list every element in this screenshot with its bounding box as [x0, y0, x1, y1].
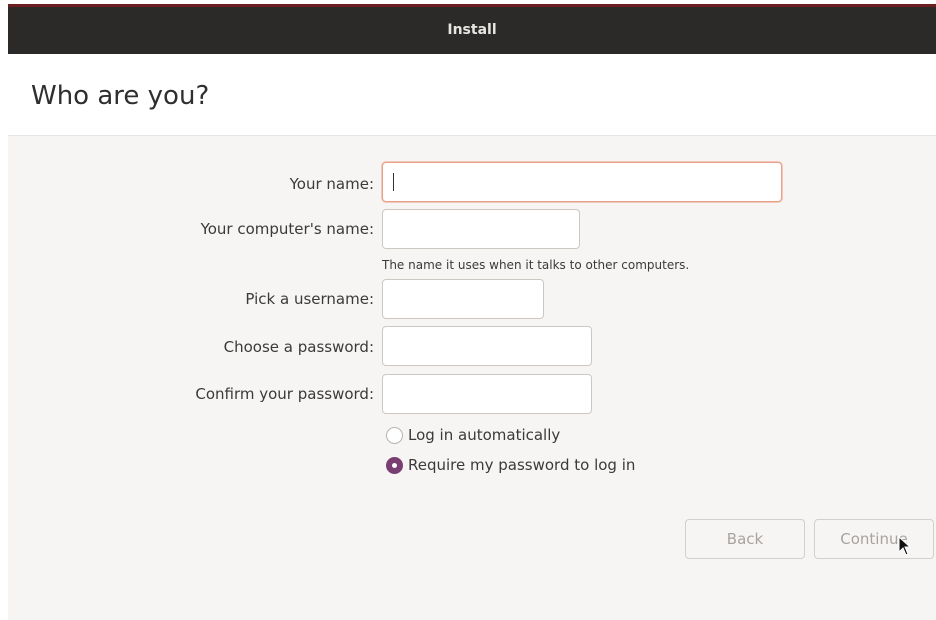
text-caret [393, 173, 394, 191]
computer-name-label: Your computer's name: [200, 220, 374, 238]
confirm-password-label: Confirm your password: [195, 385, 374, 403]
name-label: Your name: [289, 175, 374, 193]
page-header: Who are you? [8, 54, 936, 136]
login-automatically-label: Log in automatically [408, 426, 561, 444]
login-automatically-option[interactable]: Log in automatically [386, 426, 560, 444]
require-password-option[interactable]: Require my password to log in [386, 456, 635, 474]
window-title: Install [447, 22, 497, 38]
username-input[interactable] [382, 279, 544, 319]
require-password-label: Require my password to log in [408, 456, 636, 474]
password-label: Choose a password: [223, 338, 374, 356]
mouse-pointer-icon [898, 536, 912, 556]
username-label: Pick a username: [245, 290, 374, 308]
computer-name-input[interactable] [382, 209, 580, 249]
computer-name-hint: The name it uses when it talks to other … [382, 258, 690, 272]
installer-window: Install Who are you? Your name: Your com… [8, 4, 936, 620]
name-input[interactable] [382, 162, 782, 202]
back-button[interactable]: Back [685, 519, 805, 559]
password-input[interactable] [382, 326, 592, 366]
page-title: Who are you? [31, 81, 210, 111]
confirm-password-input[interactable] [382, 374, 592, 414]
radio-unchecked-icon[interactable] [386, 426, 403, 444]
radio-checked-icon[interactable] [386, 456, 403, 474]
continue-button[interactable]: Continue [814, 519, 934, 559]
title-bar: Install [8, 4, 936, 54]
